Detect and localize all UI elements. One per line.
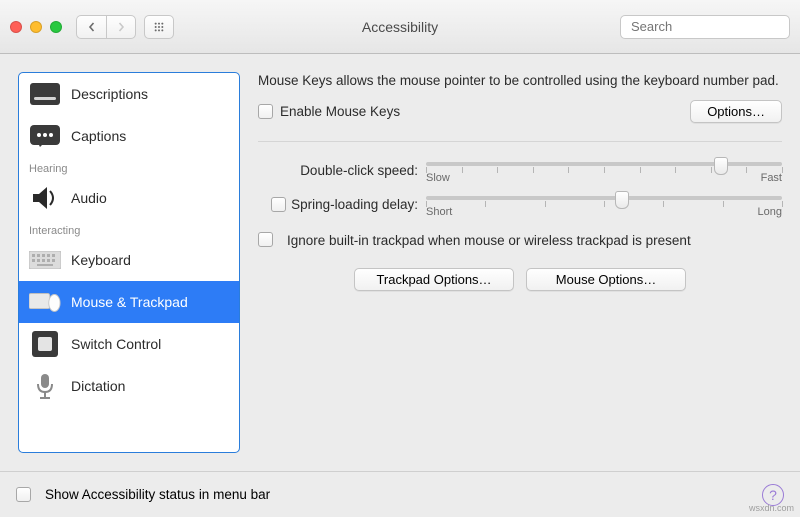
spring-loading-delay-slider[interactable]: Short Long bbox=[426, 190, 782, 218]
slider-thumb[interactable] bbox=[714, 157, 728, 175]
spring-loading-delay-row: Spring-loading delay: Short Long bbox=[258, 190, 782, 218]
slider-thumb[interactable] bbox=[615, 191, 629, 209]
enable-mouse-keys-label: Enable Mouse Keys bbox=[280, 104, 400, 119]
sidebar-item-captions[interactable]: Captions bbox=[19, 115, 239, 157]
sidebar-item-label: Captions bbox=[71, 128, 126, 144]
keyboard-icon bbox=[29, 246, 61, 274]
mouse-keys-options-button[interactable]: Options… bbox=[690, 100, 782, 123]
sidebar-item-dictation[interactable]: Dictation bbox=[19, 365, 239, 407]
traffic-lights bbox=[10, 21, 62, 33]
sidebar-item-switch-control[interactable]: Switch Control bbox=[19, 323, 239, 365]
sidebar-heading-hearing: Hearing bbox=[19, 157, 239, 177]
sidebar-item-label: Mouse & Trackpad bbox=[71, 294, 188, 310]
sidebar-item-label: Dictation bbox=[71, 378, 125, 394]
grid-icon bbox=[154, 22, 164, 32]
enable-mouse-keys-row: Enable Mouse Keys Options… bbox=[258, 100, 782, 123]
show-status-checkbox[interactable] bbox=[16, 487, 31, 502]
sidebar-item-descriptions[interactable]: Descriptions bbox=[19, 73, 239, 115]
window-toolbar: Accessibility bbox=[0, 0, 800, 54]
zoom-window-button[interactable] bbox=[50, 21, 62, 33]
nav-buttons bbox=[76, 15, 174, 39]
enable-mouse-keys-checkbox[interactable] bbox=[258, 104, 273, 119]
back-button[interactable] bbox=[76, 15, 106, 39]
chevron-right-icon bbox=[116, 22, 126, 32]
captions-icon bbox=[29, 122, 61, 150]
footer-bar: Show Accessibility status in menu bar ? bbox=[0, 471, 800, 517]
minimize-window-button[interactable] bbox=[30, 21, 42, 33]
double-click-speed-row: Double-click speed: Slow Fast bbox=[258, 156, 782, 184]
sidebar-item-label: Descriptions bbox=[71, 86, 148, 102]
forward-button[interactable] bbox=[106, 15, 136, 39]
category-sidebar[interactable]: Descriptions Captions Hearing Audio Inte… bbox=[18, 72, 240, 453]
sidebar-item-label: Switch Control bbox=[71, 336, 161, 352]
sidebar-heading-interacting: Interacting bbox=[19, 219, 239, 239]
sidebar-item-audio[interactable]: Audio bbox=[19, 177, 239, 219]
dictation-icon bbox=[29, 372, 61, 400]
sidebar-item-label: Keyboard bbox=[71, 252, 131, 268]
watermark: wsxdn.com bbox=[749, 503, 794, 513]
double-click-speed-slider[interactable]: Slow Fast bbox=[426, 156, 782, 184]
ignore-trackpad-label: Ignore built-in trackpad when mouse or w… bbox=[287, 232, 691, 250]
spring-loading-checkbox[interactable] bbox=[271, 197, 286, 212]
show-status-label: Show Accessibility status in menu bar bbox=[45, 487, 270, 502]
trackpad-options-button[interactable]: Trackpad Options… bbox=[354, 268, 514, 291]
audio-icon bbox=[29, 184, 61, 212]
search-input[interactable] bbox=[631, 19, 800, 34]
switch-control-icon bbox=[29, 330, 61, 358]
divider bbox=[258, 141, 782, 142]
chevron-left-icon bbox=[87, 22, 97, 32]
panel-description: Mouse Keys allows the mouse pointer to b… bbox=[258, 72, 782, 90]
spring-loading-delay-label: Spring-loading delay: bbox=[258, 197, 418, 212]
detail-panel: Mouse Keys allows the mouse pointer to b… bbox=[258, 72, 782, 453]
content-area: Descriptions Captions Hearing Audio Inte… bbox=[0, 54, 800, 471]
show-all-button[interactable] bbox=[144, 15, 174, 39]
mouse-options-button[interactable]: Mouse Options… bbox=[526, 268, 686, 291]
sidebar-item-keyboard[interactable]: Keyboard bbox=[19, 239, 239, 281]
search-field[interactable] bbox=[620, 15, 790, 39]
double-click-speed-label: Double-click speed: bbox=[258, 163, 418, 178]
descriptions-icon bbox=[29, 80, 61, 108]
ignore-trackpad-row: Ignore built-in trackpad when mouse or w… bbox=[258, 232, 782, 250]
close-window-button[interactable] bbox=[10, 21, 22, 33]
mouse-trackpad-icon bbox=[29, 288, 61, 316]
sidebar-item-mouse-trackpad[interactable]: Mouse & Trackpad bbox=[19, 281, 239, 323]
bottom-button-row: Trackpad Options… Mouse Options… bbox=[258, 268, 782, 291]
ignore-trackpad-checkbox[interactable] bbox=[258, 232, 273, 247]
sidebar-item-label: Audio bbox=[71, 190, 107, 206]
